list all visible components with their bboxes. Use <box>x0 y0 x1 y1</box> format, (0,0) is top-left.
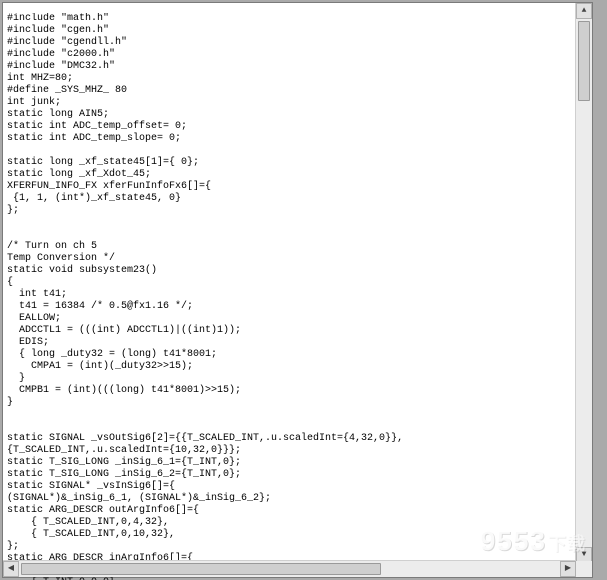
vertical-scrollbar[interactable]: ▲ ▼ <box>575 3 592 563</box>
scroll-right-button[interactable]: ▶ <box>560 561 576 577</box>
scroll-up-button[interactable]: ▲ <box>576 3 592 19</box>
editor-frame: #include "math.h" #include "cgen.h" #inc… <box>2 2 593 578</box>
scrollbar-corner <box>576 561 592 577</box>
watermark-text: 9553下载 <box>480 525 586 557</box>
vertical-scroll-thumb[interactable] <box>578 21 590 101</box>
horizontal-scroll-thumb[interactable] <box>21 563 381 575</box>
watermark-cn: 下载 <box>548 534 586 554</box>
scroll-left-button[interactable]: ◀ <box>3 561 19 577</box>
code-text-area[interactable]: #include "math.h" #include "cgen.h" #inc… <box>3 13 563 580</box>
watermark-main: 9553 <box>480 525 546 556</box>
horizontal-scrollbar[interactable]: ◀ ▶ <box>3 560 576 577</box>
